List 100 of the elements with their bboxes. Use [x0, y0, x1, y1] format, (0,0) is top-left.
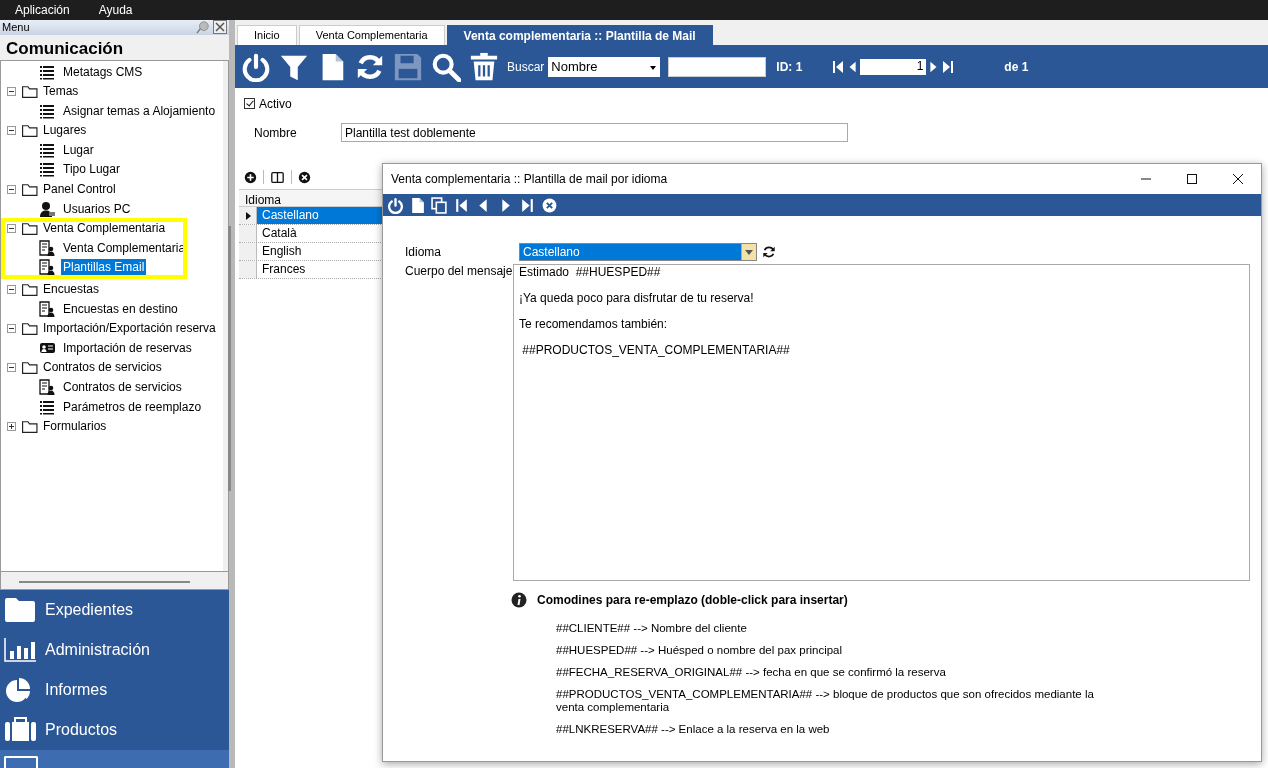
tree-item[interactable]: Lugar — [61, 141, 96, 158]
record-id: ID: 1 — [776, 59, 804, 74]
nav-label: Expedientes — [45, 601, 134, 619]
record-total: de 1 — [1004, 59, 1029, 74]
tree-item[interactable]: Asignar temas a Alojamiento — [61, 102, 218, 119]
expander-toggle[interactable] — [7, 421, 16, 431]
wildcard-item[interactable]: ##LNKRESERVA## --> Enlace a la reserva en la web — [556, 723, 1096, 736]
tree-item[interactable]: Importación de reservas — [61, 339, 194, 356]
list-icon — [39, 141, 55, 158]
field-label: Nombre — [254, 125, 298, 140]
message-text-line: Te recomendamos también: — [519, 317, 669, 333]
activo-checkbox[interactable] — [244, 98, 255, 109]
tab[interactable]: Inicio — [237, 25, 297, 45]
bar-chart-icon — [4, 637, 37, 663]
add-icon[interactable] — [244, 170, 257, 184]
row-pointer-icon — [243, 210, 252, 221]
nav-item[interactable]: Productos — [0, 710, 229, 750]
suitcase-icon — [4, 717, 37, 743]
tree-item[interactable]: Panel Control — [43, 182, 116, 197]
wildcard-item[interactable]: ##FECHA_RESERVA_ORIGINAL## --> fecha en que se confirmó la reserva — [556, 666, 1096, 679]
menu-item[interactable]: Ayuda — [91, 3, 155, 17]
nav-item[interactable] — [0, 750, 229, 768]
tab[interactable]: Venta complementaria :: Plantilla de Mail — [446, 25, 713, 45]
tree-item[interactable]: Encuestas — [43, 282, 100, 297]
tree-item[interactable]: Parámetros de reemplazo — [61, 398, 204, 415]
search-input[interactable] — [668, 56, 767, 77]
nav-label: Productos — [45, 721, 118, 739]
row-header — [239, 243, 257, 260]
name-input-field[interactable]: Plantilla test doblemente — [341, 123, 848, 142]
search-field-dropdown[interactable]: Nombre — [548, 56, 661, 77]
expander-toggle[interactable] — [7, 223, 16, 233]
expander-toggle[interactable] — [7, 86, 16, 96]
search-label: Buscar — [507, 59, 545, 74]
tree-item[interactable]: Temas — [43, 84, 79, 99]
dialog-title: Venta complementaria :: Plantilla de mail por idioma — [391, 172, 669, 186]
list-icon — [39, 102, 55, 119]
message-body-field[interactable]: Estimado ##HUESPED## ¡Ya queda poco para disfrutar de tu reserva! Te recomendamos también: ##PRODUCTOS_VENTA_COMPLEMENTARIA## — [513, 264, 1250, 581]
language-dropdown[interactable]: Castellano — [519, 243, 757, 261]
expander-toggle[interactable] — [7, 323, 16, 333]
wildcards-heading: Comodines para re-emplazo (doble-click para insertar) — [537, 593, 848, 607]
row-header — [239, 261, 257, 278]
user-form-icon — [39, 300, 55, 317]
tree-item[interactable]: Metatags CMS — [61, 63, 145, 80]
tree-item[interactable]: Lugares — [43, 123, 87, 138]
nav-label: Administración — [45, 641, 150, 659]
tree-item[interactable]: Encuestas en destino — [61, 300, 180, 317]
tree-item[interactable]: Contratos de servicios — [61, 379, 184, 395]
list-icon — [39, 161, 55, 178]
menu-item[interactable]: Aplicación — [8, 3, 92, 17]
list-icon — [39, 398, 55, 415]
wildcard-item[interactable]: ##CLIENTE## --> Nombre del cliente — [556, 622, 1096, 635]
field-label: Idioma — [405, 245, 443, 259]
tree-item[interactable]: Venta Complementaria — [43, 221, 166, 236]
nav-item[interactable]: Administración — [0, 630, 229, 670]
monitor-icon — [4, 756, 38, 768]
close-icon — [1232, 173, 1244, 185]
copy-icon[interactable] — [431, 196, 448, 214]
tree-item[interactable]: Venta Complementaria — [61, 239, 188, 256]
refresh-icon[interactable] — [762, 245, 776, 259]
cancel-icon[interactable] — [541, 196, 558, 214]
wildcard-item[interactable]: ##HUESPED## --> Huésped o nombre del pax principal — [556, 644, 1096, 657]
trash-icon[interactable] — [469, 51, 499, 82]
first-record-icon[interactable] — [453, 196, 470, 214]
tree-item[interactable]: Formularios — [43, 419, 107, 434]
nav-item[interactable]: Expedientes — [0, 590, 229, 630]
expander-toggle[interactable] — [7, 362, 16, 372]
search-icon[interactable] — [431, 51, 461, 82]
field-label: Cuerpo del mensaje — [405, 264, 513, 280]
message-text-line: Estimado ##HUESPED## — [519, 265, 662, 281]
tree-item[interactable]: Plantillas Email — [61, 259, 147, 276]
tree-item[interactable]: Importación/Exportación reserva — [43, 321, 216, 336]
tree-item[interactable]: Contratos de servicios — [43, 360, 162, 375]
scrollbar-thumb[interactable] — [19, 580, 190, 583]
power-icon[interactable] — [241, 51, 271, 82]
info-icon — [511, 592, 527, 608]
nav-item[interactable]: Informes — [0, 670, 229, 710]
user-icon — [39, 200, 55, 217]
message-text-line: ##PRODUCTOS_VENTA_COMPLEMENTARIA## — [521, 343, 791, 359]
scrollbar-thumb[interactable] — [228, 225, 232, 491]
checkbox-label: Activo — [259, 96, 292, 111]
section-title: Comunicación — [5, 37, 125, 60]
expander-toggle[interactable] — [7, 184, 16, 194]
columns-icon[interactable] — [270, 170, 285, 184]
dropdown-value: Castellano — [523, 245, 580, 259]
close-icon[interactable] — [213, 20, 227, 35]
new-document-icon[interactable] — [409, 196, 426, 214]
user-form-icon — [39, 259, 55, 276]
tree-item[interactable]: Tipo Lugar — [61, 161, 122, 178]
expander-toggle[interactable] — [7, 125, 16, 135]
power-icon[interactable] — [387, 196, 404, 214]
tree-item[interactable]: Usuarios PC — [61, 200, 133, 217]
nav-label: Informes — [45, 681, 108, 699]
list-icon — [39, 63, 55, 80]
last-record-icon[interactable] — [519, 196, 536, 214]
wildcard-item[interactable]: ##PRODUCTOS_VENTA_COMPLEMENTARIA## --> bloque de productos que son ofrecidos mediante la venta complementaria — [556, 688, 1096, 714]
record-position-field[interactable]: 1 — [860, 58, 927, 75]
remove-icon[interactable] — [298, 170, 311, 184]
tab[interactable]: Venta Complementaria — [298, 25, 445, 45]
expander-toggle[interactable] — [7, 284, 16, 294]
user-form-icon — [39, 239, 55, 256]
